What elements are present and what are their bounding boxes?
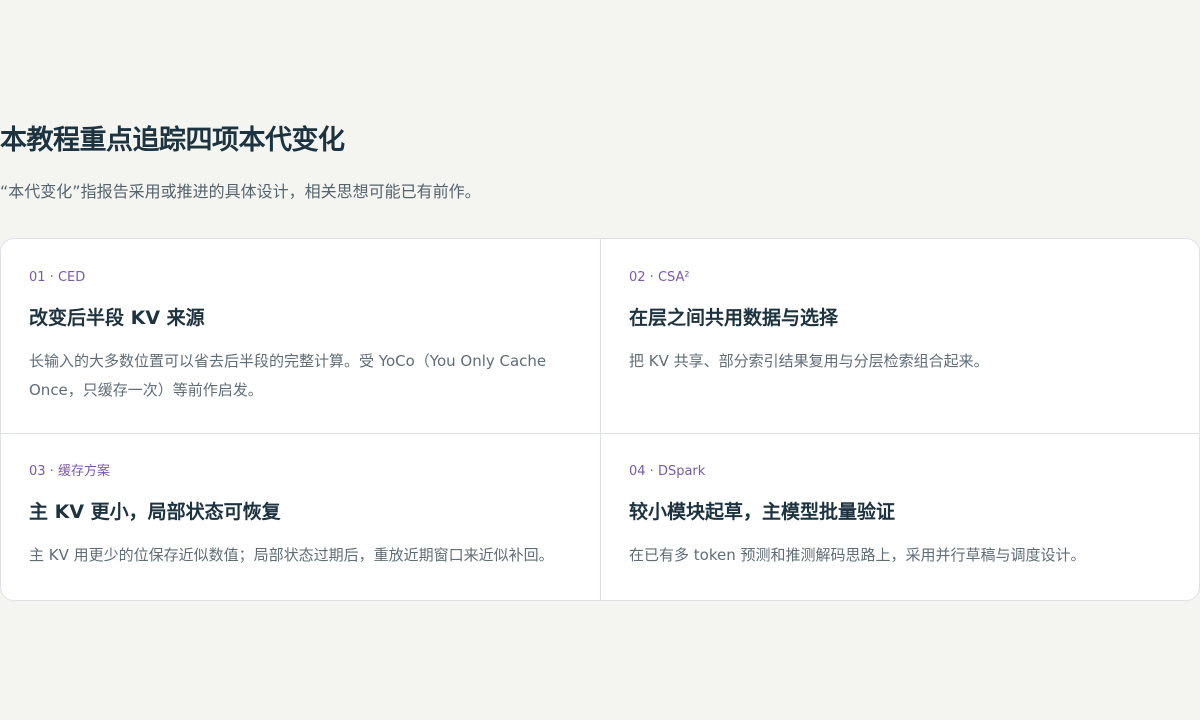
change-card-cache-scheme: 03 · 缓存方案 主 KV 更小，局部状态可恢复 主 KV 用更少的位保存近似… xyxy=(1,434,601,600)
card-tag: 02 · CSA² xyxy=(629,270,690,285)
card-tag: 03 · 缓存方案 xyxy=(29,464,110,479)
card-tag: 04 · DSpark xyxy=(629,464,706,479)
card-title: 主 KV 更小，局部状态可恢复 xyxy=(29,501,281,523)
card-title: 改变后半段 KV 来源 xyxy=(29,307,205,329)
card-description: 把 KV 共享、部分索引结果复用与分层检索组合起来。 xyxy=(629,352,989,370)
change-card-dspark: 04 · DSpark 较小模块起草，主模型批量验证 在已有多 token 预测… xyxy=(601,434,1199,600)
card-description: 主 KV 用更少的位保存近似数值；局部状态过期后，重放近期窗口来近似补回。 xyxy=(29,546,554,564)
card-title: 在层之间共用数据与选择 xyxy=(629,307,839,329)
section-title: 本教程重点追踪四项本代变化 xyxy=(0,125,345,156)
card-title: 较小模块起草，主模型批量验证 xyxy=(629,501,896,523)
change-card-ced: 01 · CED 改变后半段 KV 来源 长输入的大多数位置可以省去后半段的完整… xyxy=(1,239,601,434)
section-subtitle: “本代变化”指报告采用或推进的具体设计，相关思想可能已有前作。 xyxy=(0,182,481,201)
card-tag: 01 · CED xyxy=(29,270,86,285)
card-description: 在已有多 token 预测和推测解码思路上，采用并行草稿与调度设计。 xyxy=(629,546,1086,564)
changes-section: 本教程重点追踪四项本代变化 “本代变化”指报告采用或推进的具体设计，相关思想可能… xyxy=(0,0,1200,720)
change-card-grid: 01 · CED 改变后半段 KV 来源 长输入的大多数位置可以省去后半段的完整… xyxy=(0,238,1200,601)
card-description: 长输入的大多数位置可以省去后半段的完整计算。受 YoCo（You Only Ca… xyxy=(29,352,547,399)
change-card-csa2: 02 · CSA² 在层之间共用数据与选择 把 KV 共享、部分索引结果复用与分… xyxy=(601,239,1199,434)
